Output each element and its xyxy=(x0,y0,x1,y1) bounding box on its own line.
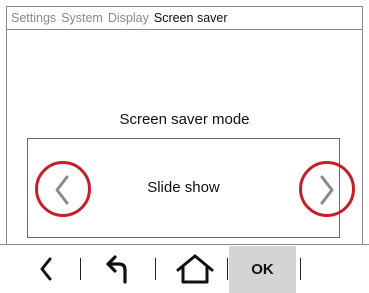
undo-icon xyxy=(106,255,127,284)
back-arrow-icon xyxy=(40,257,52,281)
chevron-left-icon[interactable] xyxy=(51,174,75,211)
breadcrumb-display[interactable]: Display xyxy=(108,11,149,25)
screen: Settings System Display Screen saver Scr… xyxy=(0,0,369,293)
home-button[interactable] xyxy=(170,245,220,293)
breadcrumb-settings[interactable]: Settings xyxy=(11,11,56,25)
toolbar-separator xyxy=(155,258,156,280)
toolbar-separator xyxy=(227,258,228,280)
back-button[interactable] xyxy=(26,245,66,293)
home-icon xyxy=(176,254,214,284)
chevron-right-icon[interactable] xyxy=(314,174,338,211)
toolbar-separator xyxy=(300,258,301,280)
panel-border-left xyxy=(6,30,7,244)
undo-button[interactable] xyxy=(96,245,140,293)
panel-border-right xyxy=(362,30,363,244)
breadcrumb: Settings System Display Screen saver xyxy=(6,6,363,30)
toolbar-separator xyxy=(80,258,81,280)
setting-title: Screen saver mode xyxy=(119,111,250,128)
breadcrumb-screen-saver: Screen saver xyxy=(153,11,228,25)
toolbar: OK xyxy=(0,245,369,293)
breadcrumb-system[interactable]: System xyxy=(61,11,103,25)
ok-button[interactable]: OK xyxy=(229,246,296,293)
